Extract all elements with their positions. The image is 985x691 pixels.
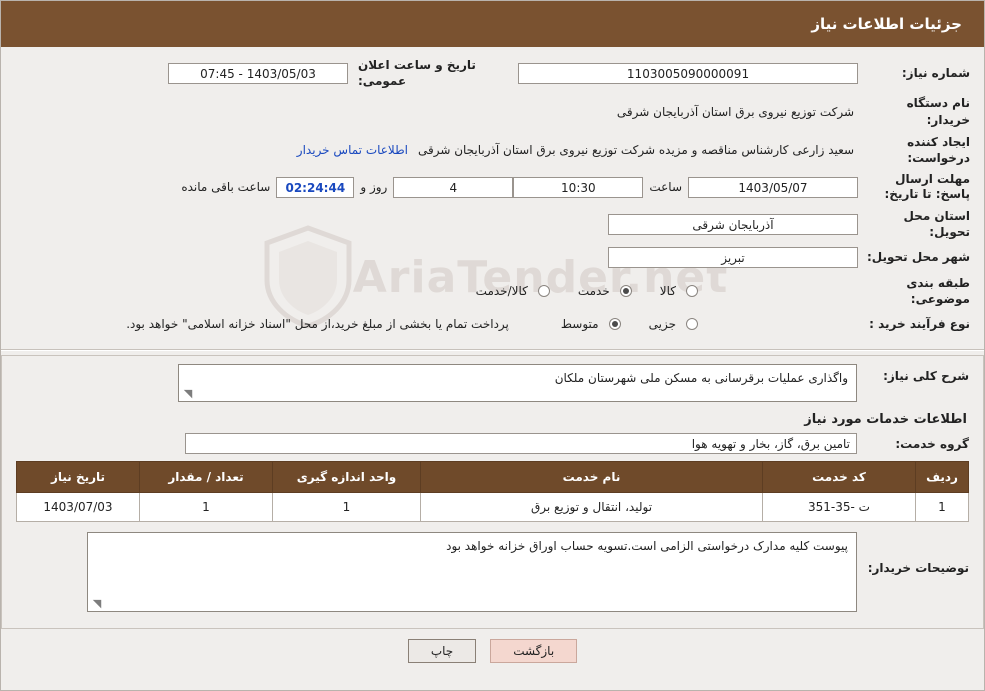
buyer-notes-textarea[interactable]: پیوست کلیه مدارک درخواستی الزامی است.تسو…	[87, 531, 857, 612]
page-root: جزئیات اطلاعات نیاز AriaTender.net شماره…	[0, 0, 985, 691]
category-label: طبقه بندی موضوعی:	[906, 275, 970, 306]
row-purchase-type: نوع فرآیند خرید : جزیی متوسط پرداخت تمام…	[15, 313, 970, 335]
creator-label: ایجاد کننده درخواست:	[907, 134, 970, 165]
deadline-date-field: 1403/05/07	[688, 176, 858, 198]
row-need-number: شماره نیاز: 1103005090000091 تاریخ و ساع…	[15, 57, 970, 89]
purchase-note: پرداخت تمام یا بخشی از مبلغ خرید،از محل …	[126, 316, 509, 331]
purchase-option-jozei[interactable]: جزیی	[643, 317, 698, 331]
back-button[interactable]: بازگشت	[490, 638, 578, 663]
deadline-hour-label: ساعت	[649, 180, 682, 195]
row-creator: ایجاد کننده درخواست: سعید زارعی کارشناس …	[15, 134, 970, 166]
buyer-org-value: شرکت توزیع نیروی برق استان آذربایجان شرق…	[616, 104, 854, 119]
province-field: آذربایجان شرقی	[608, 213, 858, 235]
deadline-hour-field: 10:30	[513, 176, 644, 198]
services-table: ردیف کد خدمت نام خدمت واحد اندازه گیری ت…	[16, 460, 969, 522]
row-city: شهر محل تحویل: تبریز	[15, 247, 970, 269]
need-number-field: 1103005090000091	[518, 62, 858, 84]
public-announce-field: 1403/05/03 - 07:45	[168, 62, 348, 84]
row-province: استان محل تحویل: آذربایجان شرقی	[15, 208, 970, 240]
remaining-days-label: روز و	[360, 180, 388, 195]
purchase-option-motevaset-label: متوسط	[560, 316, 599, 331]
service-group-field: تامین برق، گاز، بخار و تهویه هوا	[185, 433, 857, 455]
province-label: استان محل تحویل:	[903, 209, 970, 240]
col-service-code: کد خدمت	[762, 460, 916, 493]
purchase-option-motevaset[interactable]: متوسط	[555, 317, 621, 331]
need-summary-panel: شماره نیاز: 1103005090000091 تاریخ و ساع…	[1, 47, 984, 347]
radio-icon-kala[interactable]	[686, 284, 698, 297]
buyer-contact-link[interactable]: اطلاعات تماس خریدار	[291, 143, 414, 157]
radio-icon-motevaset[interactable]	[608, 317, 621, 330]
col-radif: ردیف	[915, 460, 969, 493]
page-header: جزئیات اطلاعات نیاز	[1, 1, 984, 47]
radio-icon-jozei[interactable]	[686, 317, 698, 330]
remaining-time-label: ساعت باقی مانده	[181, 180, 271, 195]
general-desc-label: شرح کلی نیاز:	[883, 368, 969, 383]
page-title: جزئیات اطلاعات نیاز	[811, 15, 962, 33]
col-need-date: تاریخ نیاز	[16, 460, 140, 493]
category-option-khedmat[interactable]: خدمت	[572, 284, 632, 298]
need-details-panel: شرح کلی نیاز: واگذاری عملیات برقرسانی به…	[1, 354, 984, 629]
col-qty: تعداد / مقدار	[139, 460, 273, 493]
category-option-kala[interactable]: کالا	[654, 284, 698, 298]
table-header-row: ردیف کد خدمت نام خدمت واحد اندازه گیری ت…	[16, 460, 969, 493]
row-buyer-notes: توضیحات خریدار: پیوست کلیه مدارک درخواست…	[16, 531, 969, 612]
need-number-label: شماره نیاز:	[901, 66, 970, 81]
row-general-desc: شرح کلی نیاز: واگذاری عملیات برقرسانی به…	[16, 363, 969, 402]
cell-qty: 1	[139, 491, 273, 522]
category-option-kala-khedmat[interactable]: کالا/خدمت	[470, 284, 550, 298]
category-radio-group: کالا خدمت کالا/خدمت	[452, 284, 698, 298]
purchase-radio-group: جزیی متوسط	[537, 317, 698, 331]
buyer-notes-value: پیوست کلیه مدارک درخواستی الزامی است.تسو…	[446, 538, 848, 553]
deadline-label: مهلت ارسال پاسخ: تا تاریخ:	[884, 172, 971, 202]
cell-service-name: تولید، انتقال و توزیع برق	[420, 491, 763, 522]
category-option-kala-label: کالا	[659, 283, 676, 298]
row-buyer-org: نام دستگاه خریدار: شرکت توزیع نیروی برق …	[15, 95, 970, 127]
service-group-label: گروه خدمت:	[895, 436, 969, 451]
category-option-khedmat-label: خدمت	[577, 283, 610, 298]
general-desc-textarea[interactable]: واگذاری عملیات برقرسانی به مسکن ملی شهرس…	[178, 363, 857, 402]
buyer-notes-label: توضیحات خریدار:	[867, 560, 969, 575]
row-service-group: گروه خدمت: تامین برق، گاز، بخار و تهویه …	[16, 433, 969, 455]
resize-grip-icon-notes[interactable]: ◤	[91, 597, 103, 610]
radio-icon-kala-khedmat[interactable]	[537, 284, 550, 297]
cell-service-code: ت -35-351	[762, 491, 916, 522]
public-announce-label: تاریخ و ساعت اعلان عمومی:	[358, 58, 476, 89]
purchase-type-label: نوع فرآیند خرید :	[869, 316, 970, 331]
buyer-org-label: نام دستگاه خریدار:	[906, 96, 970, 127]
radio-icon-khedmat[interactable]	[619, 284, 632, 297]
cell-unit: 1	[272, 491, 421, 522]
creator-value: سعید زارعی کارشناس مناقصه و مزیده شرکت ت…	[417, 142, 854, 157]
cell-radif: 1	[915, 491, 969, 522]
services-info-title: اطلاعات خدمات مورد نیاز	[804, 411, 967, 427]
col-unit: واحد اندازه گیری	[272, 460, 421, 493]
city-label: شهر محل تحویل:	[866, 250, 970, 265]
section-divider	[1, 348, 984, 351]
remaining-countdown: 02:24:44	[276, 176, 355, 198]
action-buttons: بازگشت چاپ	[1, 638, 984, 663]
purchase-option-jozei-label: جزیی	[648, 316, 676, 331]
resize-grip-icon[interactable]: ◤	[182, 387, 194, 400]
row-category: طبقه بندی موضوعی: کالا خدمت کالا/خدمت	[15, 275, 970, 307]
remaining-days-field: 4	[393, 176, 514, 198]
general-desc-value: واگذاری عملیات برقرسانی به مسکن ملی شهرس…	[554, 370, 848, 385]
table-row: 1 ت -35-351 تولید، انتقال و توزیع برق 1 …	[16, 491, 969, 522]
col-service-name: نام خدمت	[420, 460, 763, 493]
row-deadline: مهلت ارسال پاسخ: تا تاریخ: 1403/05/07 سا…	[15, 172, 970, 202]
cell-need-date: 1403/07/03	[16, 491, 140, 522]
category-option-kala-khedmat-label: کالا/خدمت	[475, 283, 528, 298]
print-button[interactable]: چاپ	[407, 638, 477, 663]
city-field: تبریز	[608, 247, 858, 268]
